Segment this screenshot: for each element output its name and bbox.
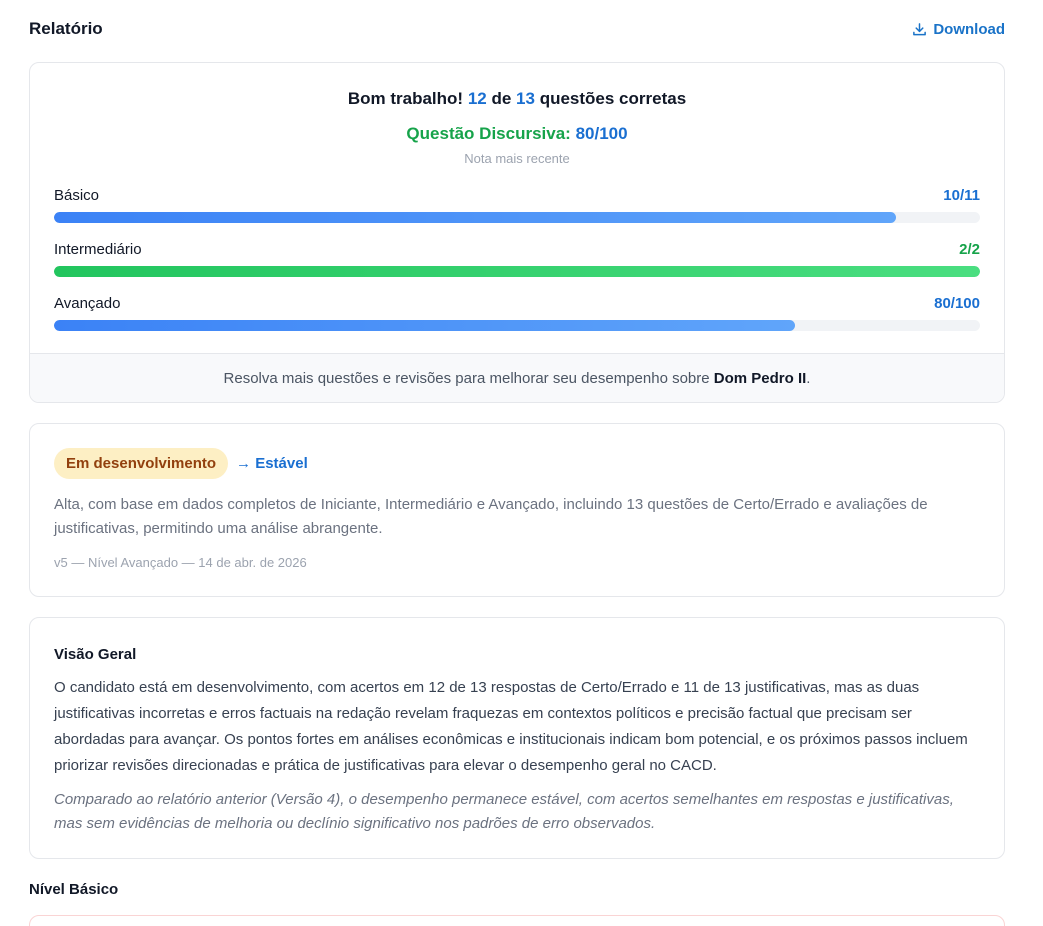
status-card: Em desenvolvimento → Estável Alta, com b…: [29, 423, 1005, 597]
headline-suffix: questões corretas: [539, 89, 687, 108]
correct-count: 12: [467, 89, 487, 108]
score-card: Bom trabalho! 12 de 13 questões corretas…: [29, 62, 1005, 403]
progress-fill: [54, 266, 980, 277]
level-name: Avançado: [54, 295, 121, 312]
download-button[interactable]: Download: [912, 21, 1005, 38]
headline-prefix: Bom trabalho!: [347, 89, 464, 108]
score-headline: Bom trabalho! 12 de 13 questões corretas: [30, 89, 1004, 109]
level-row-intermediario: Intermediário 2/2: [54, 241, 980, 281]
level-name: Intermediário: [54, 241, 142, 258]
report-page: Relatório Download Bom trabalho! 12 de 1…: [0, 0, 1043, 926]
status-next: → Estável: [236, 455, 308, 472]
footer-text: Resolva mais questões e revisões para me…: [223, 369, 710, 387]
overview-body: O candidato está em desenvolvimento, com…: [54, 679, 968, 774]
progress-fill: [54, 212, 896, 223]
level-name: Básico: [54, 187, 100, 204]
discursive-label: Questão Discursiva:: [406, 124, 571, 143]
progress-track: [54, 320, 980, 331]
score-footer: Resolva mais questões e revisões para me…: [30, 353, 1004, 402]
of-word: de: [491, 89, 512, 108]
progress-fill: [54, 320, 795, 331]
level-score: 80/100: [934, 295, 980, 312]
overview-comparison: Comparado ao relatório anterior (Versão …: [54, 791, 954, 832]
status-description: Alta, com base em dados completos de Ini…: [54, 496, 928, 537]
discursive-value: 80/100: [575, 124, 628, 143]
footer-suffix: .: [806, 369, 811, 387]
level-row-avancado: Avançado 80/100: [54, 295, 980, 335]
report-header: Relatório Download: [29, 18, 1005, 40]
level-score: 2/2: [959, 241, 980, 258]
overview-card: Visão Geral O candidato está em desenvol…: [29, 617, 1005, 859]
overview-title: Visão Geral: [54, 646, 137, 663]
page-title: Relatório: [29, 19, 103, 38]
total-count: 13: [516, 89, 535, 108]
basic-level-card: [29, 915, 1005, 926]
level-row-basico: Básico 10/11: [54, 187, 980, 227]
progress-track: [54, 266, 980, 277]
level-score: 10/11: [943, 187, 980, 204]
progress-track: [54, 212, 980, 223]
status-meta: v5 — Nível Avançado — 14 de abr. de 2026: [54, 555, 307, 570]
download-label: Download: [933, 20, 1005, 38]
footer-topic: Dom Pedro II: [713, 369, 807, 387]
recent-note: Nota mais recente: [464, 151, 570, 166]
discursive-score: Questão Discursiva: 80/100: [30, 124, 1004, 144]
download-icon: [913, 22, 927, 35]
status-line: Em desenvolvimento → Estável: [54, 448, 308, 479]
status-badge: Em desenvolvimento: [54, 448, 229, 479]
section-title-basico: Nível Básico: [29, 881, 119, 898]
